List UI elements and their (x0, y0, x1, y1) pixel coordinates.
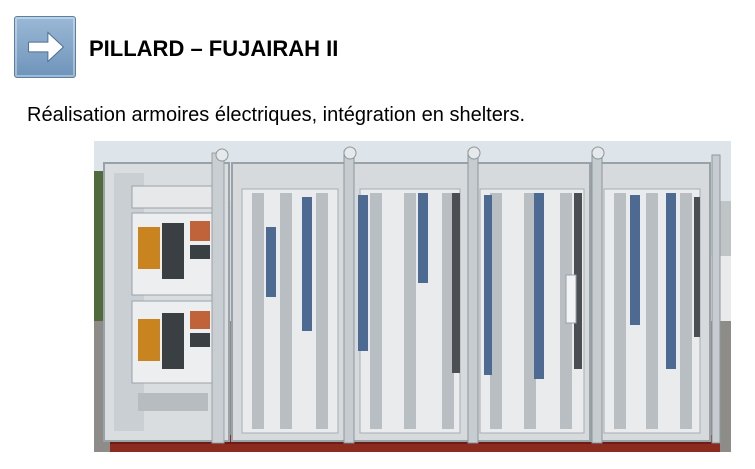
cabinets-illustration (94, 141, 731, 452)
slide-subtitle: Réalisation armoires électriques, intégr… (27, 104, 526, 126)
electrical-cabinets-photo (94, 141, 731, 452)
next-arrow-button[interactable] (14, 16, 76, 78)
slide-title: PILLARD – FUJAIRAH II (89, 36, 339, 61)
arrow-right-icon (28, 31, 65, 63)
